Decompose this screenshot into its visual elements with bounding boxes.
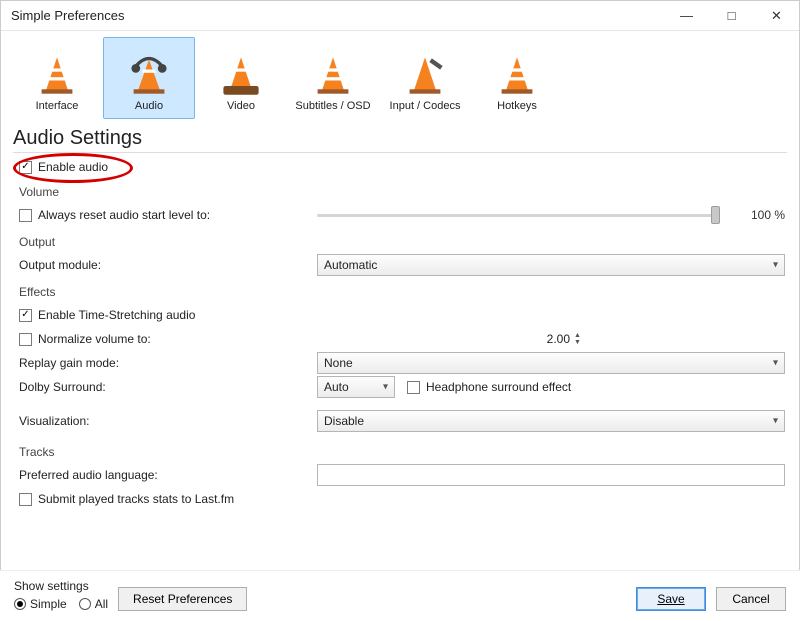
checkbox-icon: [19, 493, 32, 506]
spinner-arrows-icon: ▲▼: [574, 332, 586, 346]
tab-label: Input / Codecs: [390, 100, 461, 112]
cone-headphones-icon: [124, 50, 174, 100]
tab-label: Hotkeys: [497, 100, 537, 112]
replay-gain-label: Replay gain mode:: [19, 356, 309, 370]
tab-input-codecs[interactable]: Input / Codecs: [379, 37, 471, 119]
show-settings-label: Show settings: [14, 579, 108, 593]
tab-label: Audio: [135, 100, 163, 112]
tab-interface[interactable]: Interface: [11, 37, 103, 119]
dolby-surround-select[interactable]: Auto: [317, 376, 395, 398]
titlebar: Simple Preferences — □ ✕: [1, 1, 799, 31]
cone-wrench-icon: [400, 50, 450, 100]
checkbox-label: Headphone surround effect: [426, 380, 571, 394]
preferred-language-label: Preferred audio language:: [19, 468, 309, 482]
cone-icon: [492, 50, 542, 100]
checkbox-icon: [19, 209, 32, 222]
radio-icon: [14, 598, 26, 610]
normalize-value-spinner[interactable]: 2.00 ▲▼: [516, 329, 586, 349]
reset-preferences-button[interactable]: Reset Preferences: [118, 587, 247, 611]
minimize-button[interactable]: —: [664, 1, 709, 31]
spinner-value: 2.00: [547, 332, 570, 346]
visualization-label: Visualization:: [19, 414, 309, 428]
checkbox-label: Enable Time-Stretching audio: [38, 308, 195, 322]
radio-label: All: [95, 597, 108, 611]
select-value: None: [324, 356, 353, 370]
checkbox-label: Submit played tracks stats to Last.fm: [38, 492, 234, 506]
select-value: Disable: [324, 414, 364, 428]
cone-icon: [32, 50, 82, 100]
show-settings-simple-radio[interactable]: Simple: [14, 597, 67, 611]
lastfm-checkbox[interactable]: Submit played tracks stats to Last.fm: [19, 489, 234, 509]
tab-label: Interface: [36, 100, 79, 112]
visualization-select[interactable]: Disable: [317, 410, 785, 432]
window-title: Simple Preferences: [11, 8, 124, 23]
slider-thumb[interactable]: [711, 206, 720, 224]
output-module-label: Output module:: [19, 258, 309, 272]
section-tracks: Tracks: [19, 445, 785, 459]
tab-subtitles[interactable]: Subtitles / OSD: [287, 37, 379, 119]
checkbox-label: Normalize volume to:: [38, 332, 151, 346]
maximize-button[interactable]: □: [709, 1, 754, 31]
close-button[interactable]: ✕: [754, 1, 799, 31]
start-level-slider[interactable]: [317, 214, 720, 217]
checkbox-icon: [19, 309, 32, 322]
cone-icon: [308, 50, 358, 100]
category-tabs: Interface Audio Video Subtitles / OSD In…: [1, 31, 799, 119]
headphone-surround-checkbox[interactable]: Headphone surround effect: [407, 377, 571, 397]
cone-film-icon: [216, 50, 266, 100]
section-effects: Effects: [19, 285, 785, 299]
reset-start-level-checkbox[interactable]: Always reset audio start level to:: [19, 205, 210, 225]
radio-label: Simple: [30, 597, 67, 611]
tab-label: Video: [227, 100, 255, 112]
timestretch-checkbox[interactable]: Enable Time-Stretching audio: [19, 305, 195, 325]
tab-label: Subtitles / OSD: [295, 100, 370, 112]
checkbox-icon: [19, 333, 32, 346]
output-module-select[interactable]: Automatic: [317, 254, 785, 276]
select-value: Automatic: [324, 258, 377, 272]
replay-gain-select[interactable]: None: [317, 352, 785, 374]
normalize-volume-checkbox[interactable]: Normalize volume to:: [19, 329, 151, 349]
tab-video[interactable]: Video: [195, 37, 287, 119]
enable-audio-checkbox[interactable]: Enable audio: [19, 157, 108, 177]
tab-hotkeys[interactable]: Hotkeys: [471, 37, 563, 119]
preferred-language-input[interactable]: [317, 464, 785, 486]
start-level-value: 100 %: [730, 208, 785, 222]
show-settings-all-radio[interactable]: All: [79, 597, 108, 611]
radio-icon: [79, 598, 91, 610]
tab-audio[interactable]: Audio: [103, 37, 195, 119]
dolby-surround-label: Dolby Surround:: [19, 380, 309, 394]
footer: Show settings Simple All Reset Preferenc…: [0, 570, 800, 621]
select-value: Auto: [324, 380, 349, 394]
section-output: Output: [19, 235, 785, 249]
checkbox-label: Always reset audio start level to:: [38, 208, 210, 222]
page-title: Audio Settings: [13, 127, 787, 150]
section-volume: Volume: [19, 185, 785, 199]
checkbox-label: Enable audio: [38, 160, 108, 174]
divider: [13, 152, 787, 153]
checkbox-icon: [407, 381, 420, 394]
cancel-button[interactable]: Cancel: [716, 587, 786, 611]
save-button[interactable]: Save: [636, 587, 706, 611]
settings-body: Enable audio Volume Always reset audio s…: [1, 157, 799, 511]
checkbox-icon: [19, 161, 32, 174]
